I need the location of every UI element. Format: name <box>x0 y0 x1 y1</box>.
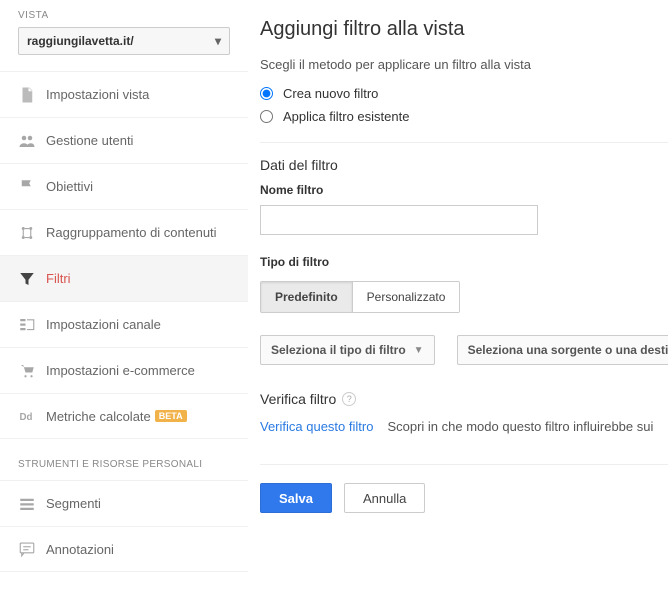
radio-new-filter-label: Crea nuovo filtro <box>283 86 378 101</box>
verify-filter-text: Scopri in che modo questo filtro influir… <box>387 419 653 434</box>
sidebar-item-ecommerce[interactable]: Impostazioni e-commerce <box>0 347 248 393</box>
sidebar-item-label: Raggruppamento di contenuti <box>46 225 217 240</box>
verify-filter-link[interactable]: Verifica questo filtro <box>260 419 373 434</box>
sidebar-item-label: Metriche calcolate <box>46 409 151 424</box>
vista-heading: VISTA <box>0 10 248 27</box>
cancel-button[interactable]: Annulla <box>344 483 425 513</box>
document-icon <box>18 86 46 104</box>
help-icon[interactable]: ? <box>342 392 356 406</box>
page-title: Aggiungi filtro alla vista <box>260 18 668 41</box>
annotations-icon <box>18 540 46 558</box>
filter-type-label: Tipo di filtro <box>260 255 668 269</box>
chevron-down-icon: ▾ <box>215 34 221 48</box>
users-icon <box>18 132 46 150</box>
flag-icon <box>18 178 46 196</box>
dd-icon: Dd <box>18 407 46 425</box>
cart-icon <box>18 362 46 380</box>
sidebar-item-calculated-metrics[interactable]: Dd Metriche calcolate BETA <box>0 393 248 439</box>
svg-text:Dd: Dd <box>20 412 33 423</box>
filter-data-heading: Dati del filtro <box>260 142 668 173</box>
save-button[interactable]: Salva <box>260 483 332 513</box>
filter-type-toggle: Predefinito Personalizzato <box>260 281 460 313</box>
property-dropdown[interactable]: raggiungilavetta.it/ ▾ <box>18 27 230 55</box>
sidebar-item-channel-settings[interactable]: Impostazioni canale <box>0 301 248 347</box>
filter-source-dropdown[interactable]: Seleziona una sorgente o una destinazion… <box>457 335 668 365</box>
sidebar-item-label: Impostazioni vista <box>46 87 149 102</box>
sidebar-item-label: Impostazioni canale <box>46 317 161 332</box>
sidebar-item-annotations[interactable]: Annotazioni <box>0 526 248 572</box>
filter-name-label: Nome filtro <box>260 183 668 197</box>
sidebar-item-label: Annotazioni <box>46 542 114 557</box>
chevron-down-icon: ▼ <box>414 345 424 356</box>
radio-new-filter[interactable] <box>260 87 273 100</box>
group-icon <box>18 224 46 242</box>
toggle-custom[interactable]: Personalizzato <box>352 282 460 312</box>
dropdown-label: Seleziona una sorgente o una destinazion… <box>468 343 668 357</box>
verify-filter-heading: Verifica filtro <box>260 391 336 407</box>
toggle-predefined[interactable]: Predefinito <box>261 282 352 312</box>
filter-name-input[interactable] <box>260 205 538 235</box>
sidebar-item-label: Gestione utenti <box>46 133 133 148</box>
sidebar-item-segments[interactable]: Segmenti <box>0 480 248 526</box>
sidebar-item-label: Segmenti <box>46 496 101 511</box>
sidebar-item-filters[interactable]: Filtri <box>0 255 248 301</box>
sidebar-item-goals[interactable]: Obiettivi <box>0 163 248 209</box>
sidebar-item-label: Filtri <box>46 271 71 286</box>
channel-icon <box>18 316 46 334</box>
radio-existing-filter-label: Applica filtro esistente <box>283 109 409 124</box>
beta-badge: BETA <box>155 410 187 422</box>
tools-heading: STRUMENTI E RISORSE PERSONALI <box>0 439 248 480</box>
segments-icon <box>18 495 46 513</box>
sidebar-item-user-management[interactable]: Gestione utenti <box>0 117 248 163</box>
property-name: raggiungilavetta.it/ <box>27 34 134 48</box>
dropdown-label: Seleziona il tipo di filtro <box>271 343 406 357</box>
filter-type-dropdown[interactable]: Seleziona il tipo di filtro ▼ <box>260 335 435 365</box>
sidebar-item-view-settings[interactable]: Impostazioni vista <box>0 71 248 117</box>
filter-icon <box>18 270 46 288</box>
radio-existing-filter[interactable] <box>260 110 273 123</box>
sidebar-item-content-grouping[interactable]: Raggruppamento di contenuti <box>0 209 248 255</box>
sidebar-item-label: Impostazioni e-commerce <box>46 363 195 378</box>
method-prompt: Scegli il metodo per applicare un filtro… <box>260 57 668 72</box>
sidebar-item-label: Obiettivi <box>46 179 93 194</box>
